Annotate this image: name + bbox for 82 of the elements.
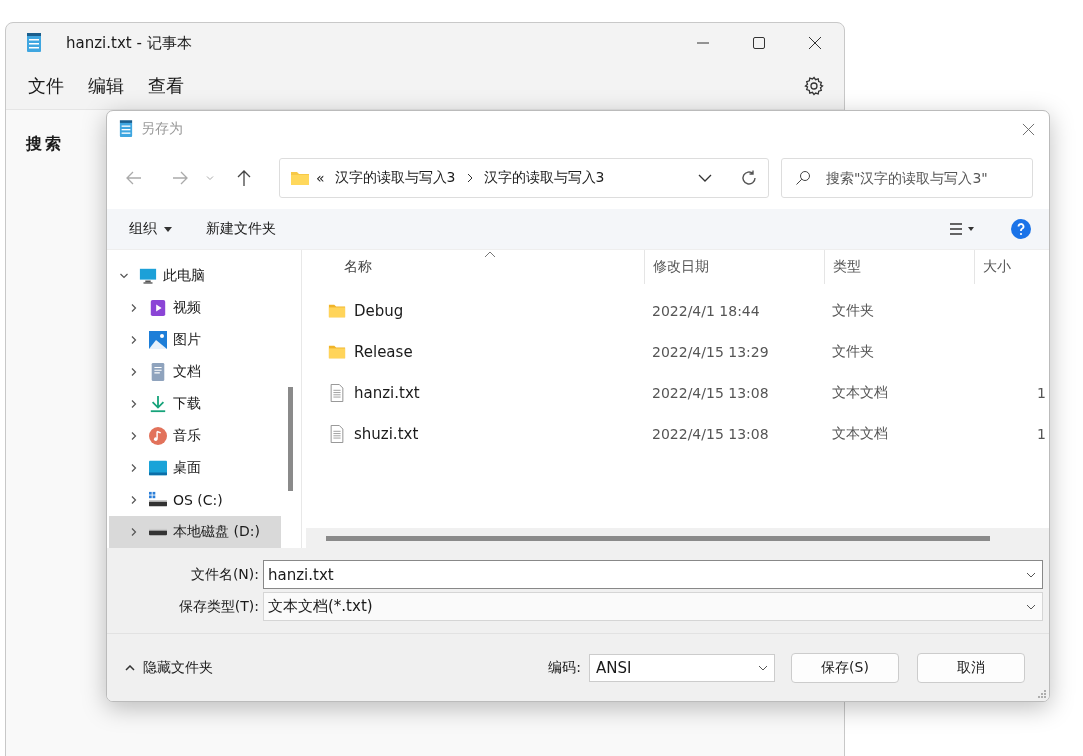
date-cell: 2022/4/15 13:29 (652, 343, 769, 360)
path-overflow[interactable]: « (316, 170, 325, 186)
encoding-label: 编码: (548, 658, 581, 677)
tree-item[interactable]: 桌面 (109, 452, 281, 484)
text-file-icon (328, 383, 346, 402)
monitor-icon (139, 267, 157, 285)
chevron-down-icon[interactable] (1026, 571, 1036, 578)
view-options-icon[interactable] (949, 222, 975, 236)
search-icon (795, 170, 811, 186)
menu-item[interactable]: 编辑 (84, 70, 142, 102)
hide-folders-button[interactable]: 隐藏文件夹 (119, 657, 219, 678)
file-type-label: 保存类型(T): (177, 597, 260, 616)
column-header[interactable]: 类型 (824, 250, 974, 284)
video-icon (149, 299, 167, 317)
size-cell: 1 (1037, 425, 1046, 442)
scrollbar-thumb[interactable] (326, 536, 990, 541)
cancel-button[interactable]: 取消 (917, 652, 1025, 683)
up-arrow-icon[interactable] (235, 169, 253, 187)
folder-icon (290, 170, 310, 186)
date-cell: 2022/4/15 13:08 (652, 384, 769, 401)
help-icon[interactable] (1011, 219, 1031, 239)
scrollbar-thumb[interactable] (288, 387, 293, 491)
settings-icon[interactable] (804, 76, 824, 96)
tree-item[interactable]: 下载 (109, 388, 281, 420)
desktop-icon (149, 459, 167, 477)
refresh-icon[interactable] (740, 169, 758, 187)
document-text: 搜索 (26, 134, 64, 153)
file-name[interactable]: hanzi.txt (354, 383, 420, 402)
tree-item[interactable]: 视频 (109, 292, 281, 324)
new-folder-button[interactable]: 新建文件夹 (196, 216, 287, 242)
chevron-right-icon[interactable] (465, 173, 474, 183)
size-cell: 1 (1037, 384, 1046, 401)
type-cell: 文件夹 (832, 342, 874, 361)
picture-icon (149, 331, 167, 349)
tree-item[interactable]: 此电脑 (109, 260, 281, 292)
tree-item[interactable]: OS (C:) (109, 484, 281, 516)
file-name[interactable]: Debug (354, 301, 404, 320)
window-title: hanzi.txt - 记事本 (66, 33, 192, 53)
menu-item[interactable]: 查看 (144, 70, 202, 102)
chevron-down-icon[interactable] (1026, 603, 1036, 610)
file-type-dropdown[interactable]: 文本文档(*.txt) (263, 592, 1043, 621)
chevron-down-icon[interactable] (698, 173, 712, 183)
menu-item[interactable]: 文件 (24, 70, 82, 102)
sort-caret-icon[interactable] (484, 250, 496, 258)
dialog-title: 另存为 (141, 120, 183, 138)
column-header[interactable]: 大小 (974, 250, 1049, 284)
address-bar[interactable]: « 汉字的读取与写入3 汉字的读取与写入3 (279, 158, 769, 198)
notepad-icon (119, 120, 133, 138)
close-icon[interactable] (808, 36, 822, 50)
date-cell: 2022/4/1 18:44 (652, 302, 760, 319)
tree-item[interactable]: 音乐 (109, 420, 281, 452)
file-name[interactable]: shuzi.txt (354, 424, 419, 443)
notepad-icon (26, 33, 42, 53)
type-cell: 文本文档 (832, 424, 888, 443)
file-name[interactable]: Release (354, 342, 413, 361)
column-header[interactable]: 名称 (304, 250, 644, 284)
caret-down-icon (164, 226, 173, 232)
breadcrumb[interactable]: 汉字的读取与写入3 (334, 169, 456, 187)
text-file-icon (328, 424, 346, 443)
column-header[interactable]: 修改日期 (644, 250, 824, 284)
download-icon (149, 395, 167, 413)
chevron-down-icon[interactable] (758, 664, 768, 671)
type-cell: 文件夹 (832, 301, 874, 320)
maximize-icon[interactable] (752, 36, 766, 50)
file-name-label: 文件名(N): (189, 565, 260, 584)
type-cell: 文本文档 (832, 383, 888, 402)
close-icon[interactable] (1022, 122, 1035, 136)
chevron-up-icon (125, 664, 135, 671)
file-name-field[interactable]: hanzi.txt (263, 560, 1043, 589)
organize-button[interactable]: 组织 (119, 216, 183, 242)
search-field[interactable]: 搜索"汉字的读取与写入3" (781, 158, 1033, 198)
encoding-dropdown[interactable]: ANSI (589, 653, 775, 682)
drive-icon (149, 491, 167, 509)
music-icon (149, 427, 167, 445)
document-icon (149, 363, 167, 381)
resize-grip-icon[interactable] (1037, 689, 1047, 699)
breadcrumb[interactable]: 汉字的读取与写入3 (483, 169, 605, 187)
tree-item[interactable]: 文档 (109, 356, 281, 388)
tree-item[interactable]: 图片 (109, 324, 281, 356)
tree-item[interactable]: 本地磁盘 (D:) (109, 516, 281, 548)
save-button[interactable]: 保存(S) (791, 652, 899, 683)
date-cell: 2022/4/15 13:08 (652, 425, 769, 442)
